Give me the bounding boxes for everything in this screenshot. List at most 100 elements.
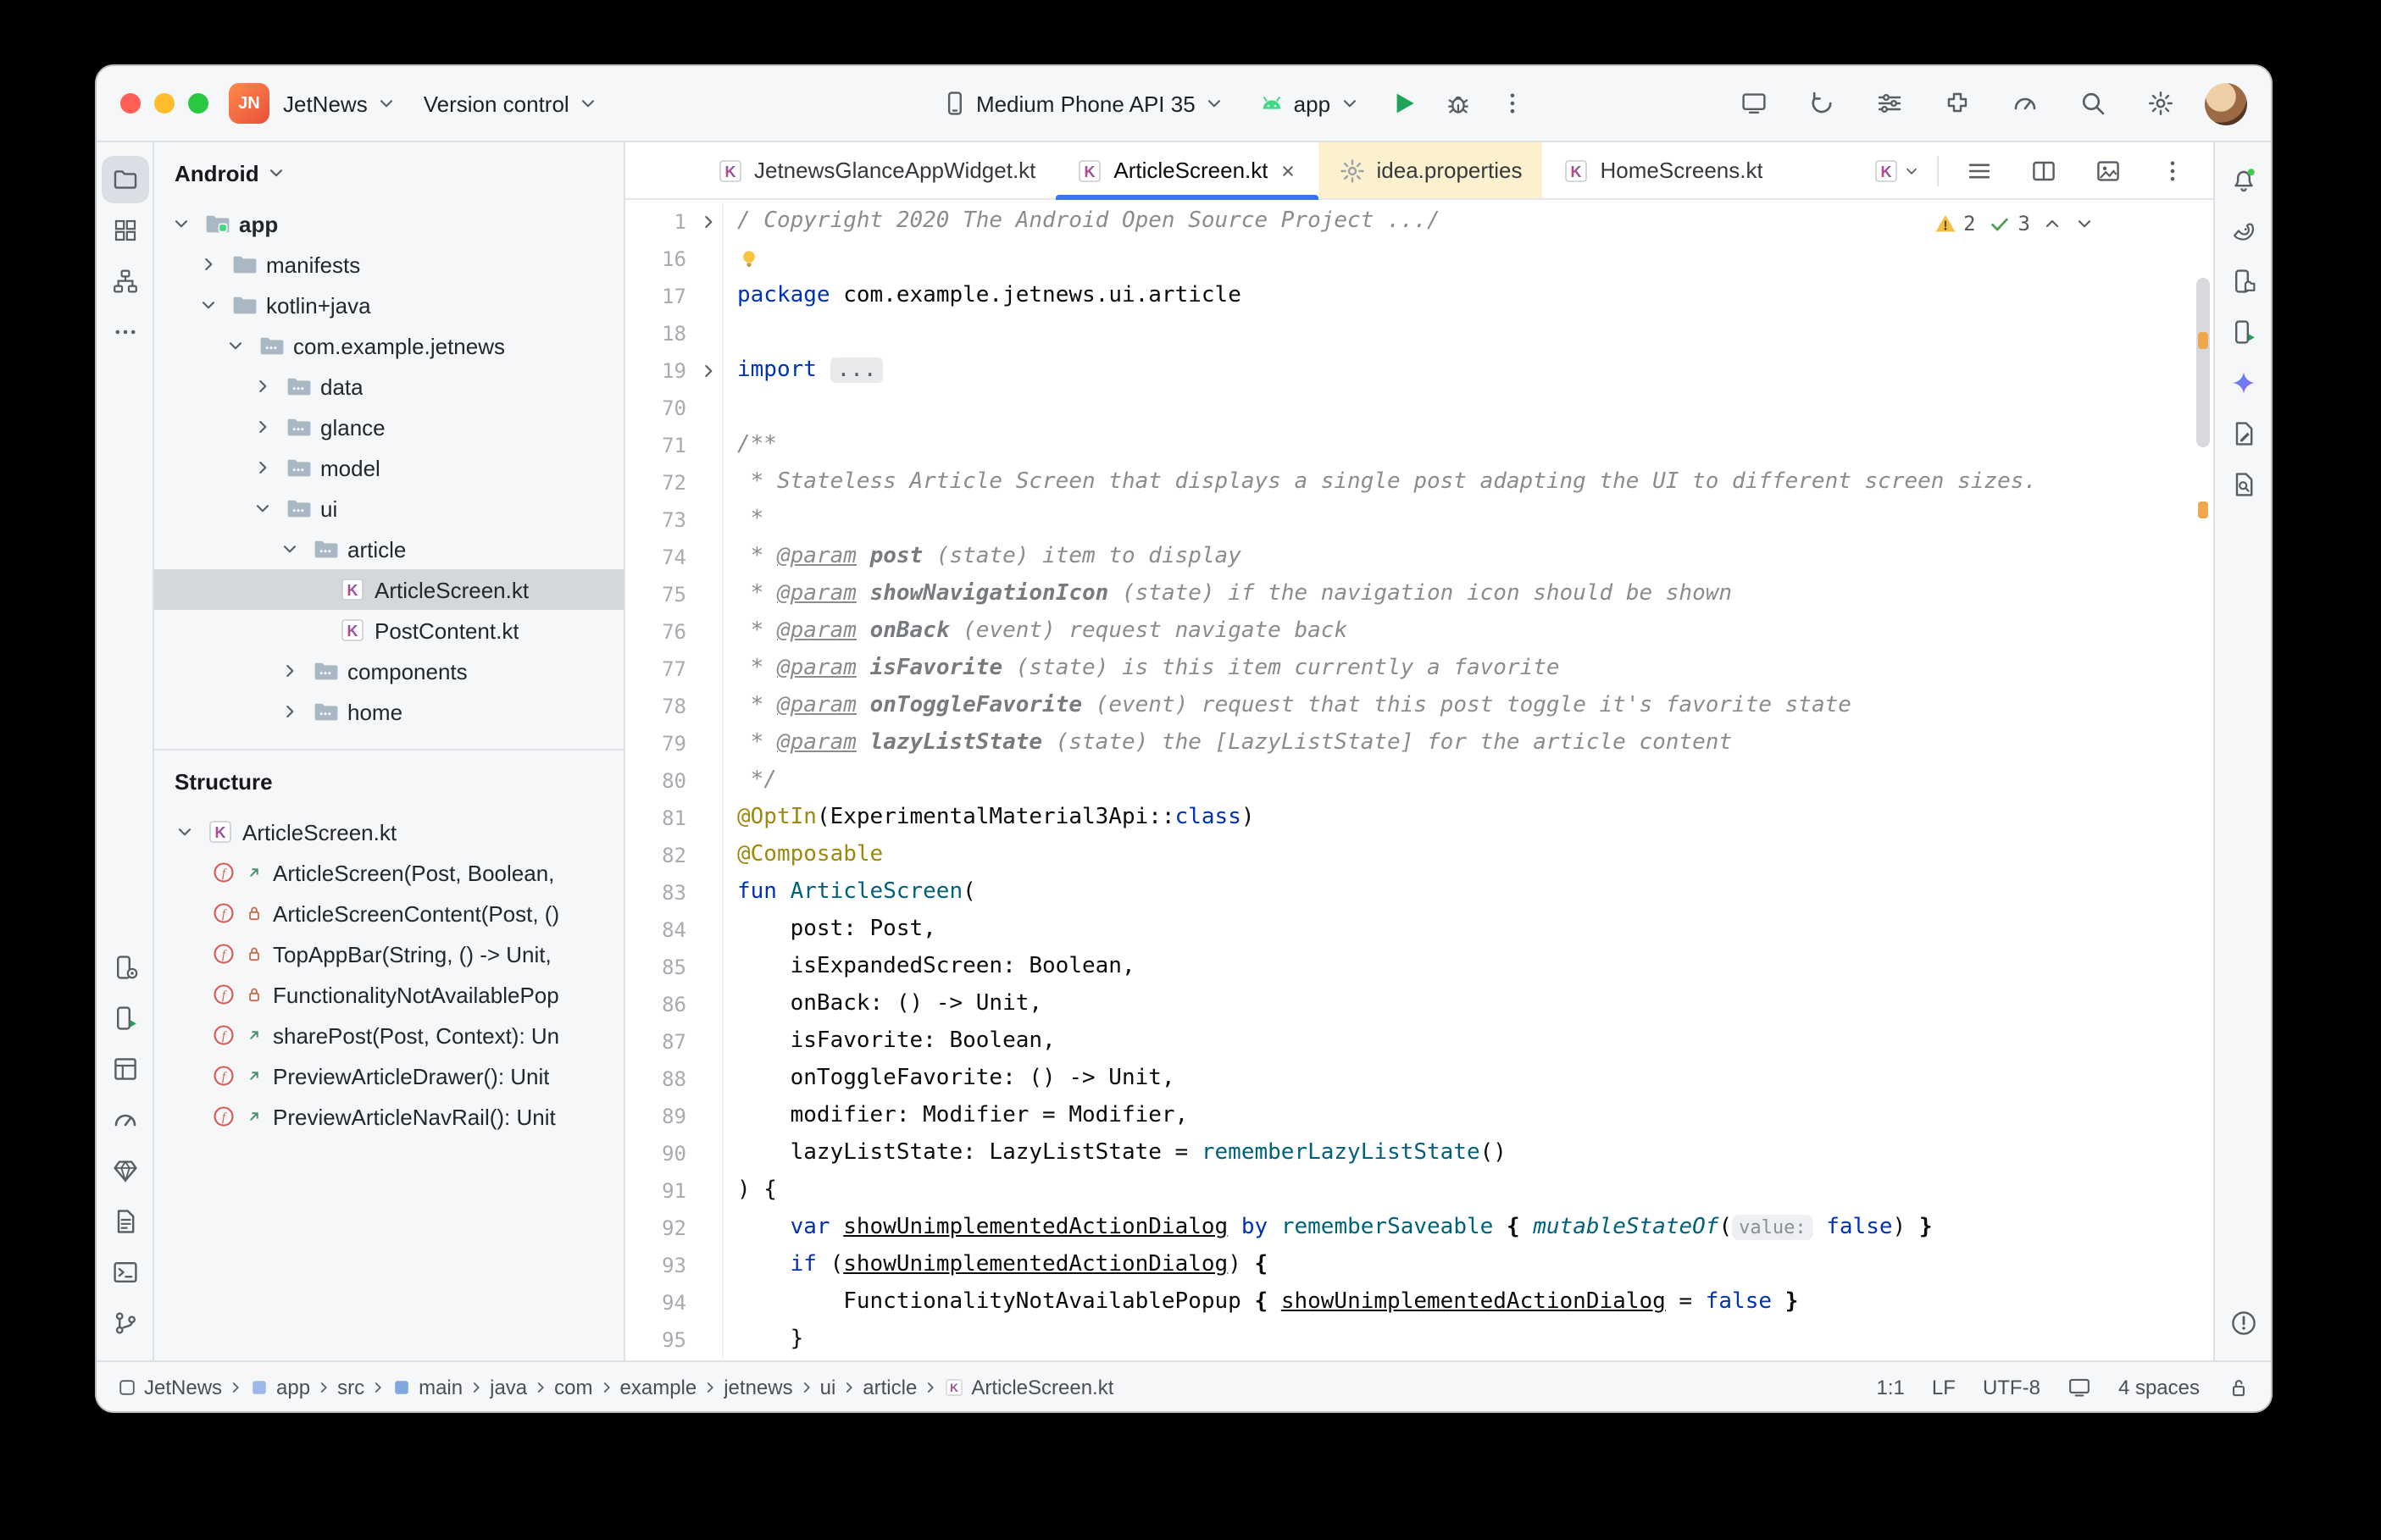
tree-item-components[interactable]: components [154, 651, 624, 691]
gutter-line-number[interactable]: 75 [625, 583, 693, 607]
code-text[interactable]: */ [724, 762, 777, 800]
logcat-tool-button[interactable] [101, 1198, 148, 1245]
gutter-line-number[interactable]: 1 [625, 210, 693, 234]
zoom-window-button[interactable] [188, 93, 208, 114]
profiler-button[interactable] [2001, 80, 2049, 127]
breadcrumb-articlescreen-kt[interactable]: KArticleScreen.kt [944, 1375, 1113, 1399]
code-text[interactable]: modifier: Modifier = Modifier, [724, 1098, 1188, 1135]
code-text[interactable]: * @param isFavorite (state) is this item… [724, 651, 1560, 688]
code-text[interactable]: onBack: () -> Unit, [724, 986, 1042, 1023]
minimize-window-button[interactable] [154, 93, 175, 114]
fold-toggle-icon[interactable] [693, 352, 724, 390]
editor-options-button[interactable] [2149, 147, 2196, 194]
build-variants-tool-button[interactable] [101, 258, 148, 305]
gutter-line-number[interactable]: 73 [625, 508, 693, 532]
device-manager-tool-button[interactable] [101, 944, 148, 991]
gutter-line-number[interactable]: 82 [625, 844, 693, 867]
gutter-line-number[interactable]: 93 [625, 1254, 693, 1277]
notifications-tool-button[interactable] [2219, 156, 2267, 203]
gutter-line-number[interactable]: 79 [625, 732, 693, 756]
chevron-right-icon[interactable] [249, 373, 276, 400]
code-text[interactable]: @Composable [724, 837, 883, 874]
running-devices-tool-button[interactable] [2219, 308, 2267, 356]
code-editor[interactable]: 1 / Copyright 2020 The Android Open Sourc… [625, 200, 2213, 1360]
device-mirror-button[interactable] [1730, 80, 1778, 127]
layout-inspector-tool-button[interactable] [101, 1045, 148, 1093]
close-tab-icon[interactable] [1279, 160, 1299, 180]
tree-item-article[interactable]: article [154, 529, 624, 569]
fold-toggle-icon[interactable] [693, 203, 724, 241]
breadcrumb-ui[interactable]: ui [820, 1375, 836, 1399]
code-text[interactable]: package com.example.jetnews.ui.article [724, 278, 1241, 315]
gutter-line-number[interactable]: 85 [625, 956, 693, 979]
code-text[interactable]: * @param onToggleFavorite (event) reques… [724, 688, 1851, 725]
chevron-right-icon[interactable] [195, 251, 222, 278]
breadcrumb-java[interactable]: java [490, 1375, 527, 1399]
tab-homescreens-kt[interactable]: KHomeScreens.kt [1543, 142, 1784, 198]
preview-button[interactable] [2084, 147, 2132, 194]
tree-item-home[interactable]: home [154, 691, 624, 732]
code-text[interactable]: * @param onBack (event) request navigate… [724, 613, 1347, 651]
breadcrumb-article[interactable]: article [863, 1375, 917, 1399]
code-text[interactable]: / Copyright 2020 The Android Open Source… [724, 203, 1440, 241]
split-editor-button[interactable] [2020, 147, 2067, 194]
code-text[interactable]: } [724, 1321, 803, 1359]
code-text[interactable]: FunctionalityNotAvailablePopup { showUni… [724, 1284, 1798, 1321]
code-text[interactable]: import ... [724, 352, 884, 390]
screen-share-icon[interactable] [2067, 1375, 2091, 1399]
structure-item-topappbar[interactable]: fTopAppBar(String, () -> Unit, [154, 933, 624, 974]
code-text[interactable]: isFavorite: Boolean, [724, 1023, 1056, 1061]
gutter-line-number[interactable]: 78 [625, 695, 693, 718]
line-separator-widget[interactable]: LF [1932, 1375, 1956, 1399]
structure-item-articlescreen[interactable]: fArticleScreen(Post, Boolean, [154, 852, 624, 893]
gutter-line-number[interactable]: 76 [625, 620, 693, 644]
readonly-toggle-icon[interactable] [2227, 1375, 2251, 1399]
code-text[interactable]: isExpandedScreen: Boolean, [724, 949, 1135, 986]
plugins-button[interactable] [1934, 80, 1981, 127]
inspections-widget[interactable]: 2 3 [1923, 208, 2105, 239]
chevron-right-icon[interactable] [276, 657, 303, 684]
code-text[interactable]: * [724, 501, 763, 539]
tree-item-model[interactable]: model [154, 447, 624, 488]
more-tools-tool-button[interactable] [101, 308, 148, 356]
chevron-down-icon[interactable] [222, 332, 249, 359]
structure-item-articlescreencontent[interactable]: fArticleScreenContent(Post, () [154, 893, 624, 933]
code-text[interactable]: ) { [724, 1172, 777, 1210]
project-view-selector[interactable]: Android [154, 142, 624, 203]
breadcrumb-app[interactable]: app [249, 1375, 310, 1399]
structure-item-functionalitynotavailablepop[interactable]: fFunctionalityNotAvailablePop [154, 974, 624, 1015]
gutter-line-number[interactable]: 88 [625, 1067, 693, 1091]
indent-style-widget[interactable]: 4 spaces [2118, 1375, 2200, 1399]
sliders-button[interactable] [1866, 80, 1913, 127]
gutter-line-number[interactable]: 77 [625, 657, 693, 681]
debug-button[interactable] [1434, 80, 1481, 127]
tree-item-com-example-jetnews[interactable]: com.example.jetnews [154, 325, 624, 366]
tab-jetnewsglanceappwidget-kt[interactable]: KJetnewsGlanceAppWidget.kt [697, 142, 1056, 198]
tree-item-kotlin-java[interactable]: kotlin+java [154, 285, 624, 325]
breadcrumb-jetnews[interactable]: JetNews [117, 1375, 222, 1399]
chevron-down-icon[interactable] [171, 818, 198, 845]
scrollbar-thumb[interactable] [2196, 278, 2210, 447]
structure-item-previewarticledrawer[interactable]: fPreviewArticleDrawer(): Unit [154, 1055, 624, 1096]
tree-item-manifests[interactable]: manifests [154, 244, 624, 285]
more-run-actions-button[interactable] [1488, 80, 1535, 127]
gutter-line-number[interactable]: 74 [625, 546, 693, 569]
breadcrumb-jetnews[interactable]: jetnews [724, 1375, 792, 1399]
caret-position-widget[interactable]: 1:1 [1877, 1375, 1905, 1399]
terminal-tool-button[interactable] [101, 1249, 148, 1296]
gutter-line-number[interactable]: 92 [625, 1216, 693, 1240]
code-text[interactable] [724, 241, 761, 278]
editor-scrollbar[interactable] [2193, 200, 2213, 1360]
code-text[interactable]: * Stateless Article Screen that displays… [724, 464, 2037, 501]
chevron-down-icon[interactable] [249, 495, 276, 522]
tree-item-articlescreen-kt[interactable]: KArticleScreen.kt [154, 569, 624, 610]
tree-item-app[interactable]: app [154, 203, 624, 244]
intention-bulb-icon[interactable] [737, 247, 761, 270]
tab-list-button[interactable] [1956, 147, 2003, 194]
gutter-line-number[interactable]: 16 [625, 247, 693, 271]
project-tool-button[interactable] [101, 156, 148, 203]
gutter-line-number[interactable]: 17 [625, 285, 693, 308]
user-avatar[interactable] [2205, 82, 2247, 125]
hidden-tabs-dropdown[interactable]: K [1873, 147, 1920, 194]
gutter-line-number[interactable]: 91 [625, 1179, 693, 1203]
